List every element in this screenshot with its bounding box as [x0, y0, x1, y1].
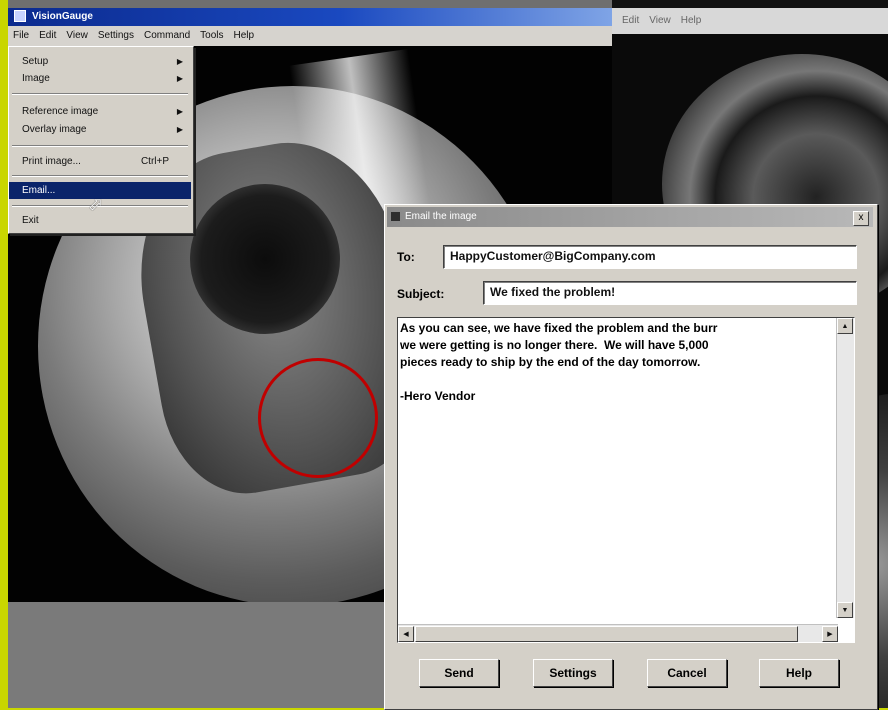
app-icon — [14, 10, 26, 23]
dialog-title: Email the image — [405, 211, 477, 222]
message-body[interactable]: As you can see, we have fixed the proble… — [397, 317, 855, 643]
submenu-arrow-icon: ▶ — [176, 125, 183, 134]
part-bore — [190, 184, 340, 334]
scroll-right-icon[interactable]: ▶ — [822, 626, 838, 642]
menu-item-label: Exit — [22, 215, 39, 226]
menu-item-print-image[interactable]: Print image... Ctrl+P — [9, 153, 191, 170]
help-button[interactable]: Help — [759, 659, 839, 687]
menu-item-label: Print image... — [22, 156, 81, 167]
defect-marker — [258, 358, 378, 478]
menu-edit[interactable]: Edit — [34, 30, 61, 41]
subject-field[interactable]: We fixed the problem! — [483, 281, 857, 305]
menu-bar: File Edit View Settings Command Tools Help — [8, 26, 612, 47]
menu-item-overlay-image[interactable]: Overlay image ▶ — [9, 121, 191, 138]
to-field[interactable]: HappyCustomer@BigCompany.com — [443, 245, 857, 269]
menu-help[interactable]: Help — [671, 15, 702, 26]
menu-file[interactable]: File — [8, 30, 34, 41]
dialog-title-bar: Email the image x — [387, 207, 873, 227]
subject-label: Subject: — [397, 287, 445, 301]
menu-view[interactable]: View — [639, 15, 671, 26]
menu-item-setup[interactable]: Setup ▶ — [9, 53, 191, 70]
cancel-button[interactable]: Cancel — [647, 659, 727, 687]
menu-edit[interactable]: Edit — [612, 15, 639, 26]
submenu-arrow-icon: ▶ — [176, 107, 183, 116]
vertical-scrollbar[interactable]: ▲ ▼ — [836, 318, 854, 618]
send-button[interactable]: Send — [419, 659, 499, 687]
scroll-up-icon[interactable]: ▲ — [837, 318, 853, 334]
second-menu-bar: Edit View Help — [612, 8, 888, 34]
menu-item-label: Overlay image — [22, 124, 87, 135]
menu-item-label: Email... — [22, 185, 56, 196]
menu-help[interactable]: Help — [229, 30, 260, 41]
window-title: VisionGauge — [32, 11, 93, 22]
horizontal-scrollbar[interactable]: ◀ ▶ — [398, 624, 838, 642]
message-body-text: As you can see, we have fixed the proble… — [400, 321, 718, 403]
menu-settings[interactable]: Settings — [93, 30, 139, 41]
title-bar: VisionGauge — [8, 8, 612, 26]
menu-command[interactable]: Command — [139, 30, 195, 41]
email-dialog: Email the image x To: HappyCustomer@BigC… — [384, 204, 878, 710]
submenu-arrow-icon: ▶ — [176, 57, 183, 66]
scroll-down-icon[interactable]: ▼ — [837, 602, 853, 618]
scroll-left-icon[interactable]: ◀ — [398, 626, 414, 642]
menu-item-image[interactable]: Image ▶ — [9, 70, 191, 87]
menu-item-label: Setup — [22, 56, 49, 67]
menu-tools[interactable]: Tools — [195, 30, 228, 41]
dialog-icon — [391, 212, 400, 221]
menu-separator — [12, 175, 188, 177]
menu-item-label: Image — [22, 73, 50, 84]
settings-button[interactable]: Settings — [533, 659, 613, 687]
menu-separator — [12, 145, 188, 147]
menu-view[interactable]: View — [61, 30, 93, 41]
menu-item-shortcut: Ctrl+P — [140, 156, 169, 167]
close-icon[interactable]: x — [853, 211, 869, 226]
submenu-arrow-icon: ▶ — [176, 74, 183, 83]
menu-item-label: Reference image — [22, 106, 99, 117]
menu-separator — [12, 93, 188, 95]
menu-item-reference-image[interactable]: Reference image ▶ — [9, 103, 191, 120]
to-label: To: — [397, 250, 415, 264]
scrollbar-thumb[interactable] — [415, 626, 798, 642]
cursor-icon: ⬀ — [88, 194, 104, 214]
